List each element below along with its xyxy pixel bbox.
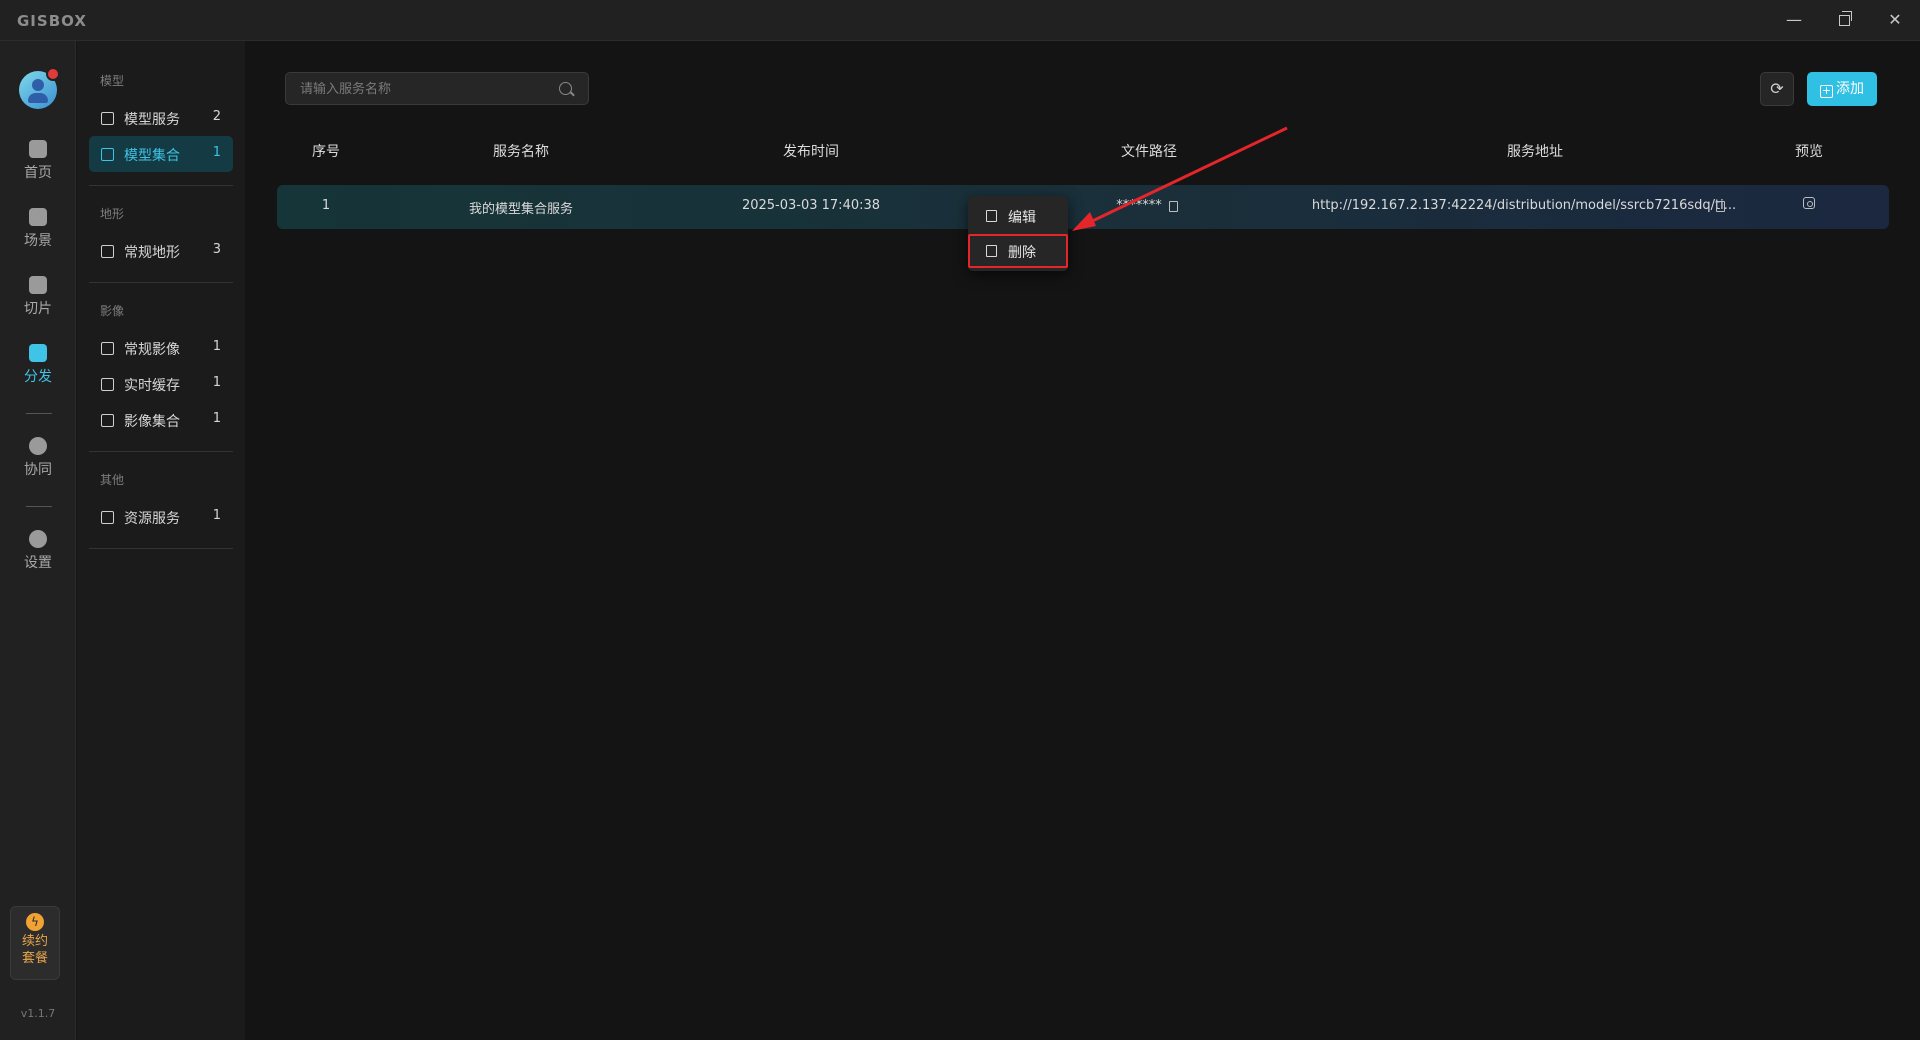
- copy-address-icon[interactable]: [1716, 201, 1725, 212]
- sidebar-item-model-service[interactable]: 模型服务 2: [89, 100, 233, 136]
- edit-menu-item[interactable]: 编辑: [968, 199, 1068, 233]
- delete-menu-item[interactable]: 删除: [968, 234, 1068, 268]
- column-header-preview: 预览: [1795, 144, 1823, 160]
- model-icon: [101, 112, 114, 125]
- version-label: v1.1.7: [20, 1007, 56, 1020]
- group-title: 地形: [100, 207, 125, 221]
- rail-divider: [26, 506, 52, 507]
- annotation-arrow: [1072, 126, 1288, 231]
- add-button-label: 添加: [1836, 81, 1864, 97]
- item-count: 1: [212, 339, 221, 354]
- imagery-icon: [101, 342, 114, 355]
- rail-item-label: 切片: [24, 301, 52, 317]
- column-header-time: 发布时间: [783, 144, 839, 160]
- restore-icon: [1838, 11, 1852, 26]
- rail-item-label: 设置: [24, 555, 52, 571]
- sub-sidebar: 模型 模型服务 2 模型集合 1 地形 常规地形 3 影像 常规影像 1 实时缓…: [77, 41, 245, 1040]
- edit-icon: [986, 210, 997, 222]
- sidebar-item-imagery[interactable]: 常规影像 1: [89, 330, 233, 366]
- collaborate-icon: [29, 437, 47, 455]
- cell-index: 1: [321, 198, 331, 213]
- cell-name: 我的模型集合服务: [468, 202, 574, 217]
- group-divider: [89, 185, 233, 186]
- rail-item-label: 协同: [24, 462, 52, 478]
- sidebar-item-label: 模型集合: [124, 148, 180, 164]
- sidebar-item-label: 模型服务: [124, 112, 180, 128]
- preview-icon[interactable]: [1803, 197, 1815, 209]
- column-header-name: 服务名称: [493, 144, 549, 160]
- item-count: 1: [212, 411, 221, 426]
- arrow-head: [1072, 212, 1096, 231]
- item-count: 1: [212, 375, 221, 390]
- item-count: 1: [212, 508, 221, 523]
- restore-button[interactable]: [1830, 8, 1858, 32]
- minimize-button[interactable]: —: [1780, 8, 1808, 32]
- rail-item-label: 分发: [24, 369, 52, 385]
- rail-item-distribute[interactable]: 分发: [0, 344, 76, 386]
- cache-icon: [101, 378, 114, 391]
- add-button[interactable]: + 添加: [1807, 72, 1877, 106]
- item-count: 3: [212, 242, 221, 257]
- search-icon[interactable]: [559, 82, 572, 95]
- arrow-shaft: [1083, 126, 1288, 227]
- slice-icon: [29, 276, 47, 294]
- sidebar-item-label: 影像集合: [124, 414, 180, 430]
- imagery-collection-icon: [101, 414, 114, 427]
- group-title: 其他: [100, 473, 125, 487]
- group-divider: [89, 282, 233, 283]
- sidebar-item-imagery-collection[interactable]: 影像集合 1: [89, 402, 233, 438]
- group-divider: [89, 451, 233, 452]
- sidebar-item-terrain[interactable]: 常规地形 3: [89, 233, 233, 269]
- add-icon: +: [1820, 84, 1833, 98]
- refresh-button[interactable]: ⟳: [1760, 72, 1794, 106]
- bolt-icon: ϟ: [26, 913, 44, 931]
- renew-label: 套餐: [21, 951, 48, 966]
- rail-item-settings[interactable]: 设置: [0, 530, 76, 572]
- sidebar-item-resource-service[interactable]: 资源服务 1: [89, 499, 233, 535]
- rail-item-slice[interactable]: 切片: [0, 276, 76, 318]
- search-box: [285, 72, 589, 105]
- rail-item-label: 场景: [24, 233, 52, 249]
- terrain-icon: [101, 245, 114, 258]
- resource-icon: [101, 511, 114, 524]
- title-bar: GISBOX — ✕: [0, 0, 1920, 41]
- column-header-address: 服务地址: [1507, 144, 1563, 160]
- renew-plan-button[interactable]: ϟ 续约 套餐: [10, 906, 60, 980]
- sidebar-item-label: 常规影像: [124, 342, 180, 358]
- rail-item-scene[interactable]: 场景: [0, 208, 76, 250]
- group-title: 模型: [100, 74, 125, 88]
- rail-divider: [26, 413, 52, 414]
- column-header-index: 序号: [312, 144, 340, 160]
- group-title: 影像: [100, 304, 125, 318]
- sidebar-item-label: 实时缓存: [124, 378, 180, 394]
- rail-item-home[interactable]: 首页: [0, 140, 76, 182]
- model-icon: [101, 148, 114, 161]
- scene-icon: [29, 208, 47, 226]
- app-logo: GISBOX: [17, 12, 87, 30]
- renew-label: 续约: [21, 934, 48, 949]
- item-count: 2: [212, 109, 221, 124]
- sidebar-item-label: 常规地形: [124, 245, 180, 261]
- settings-icon: [29, 530, 47, 548]
- context-menu: 编辑 删除: [968, 196, 1068, 271]
- notification-badge: [46, 67, 60, 81]
- delete-label: 删除: [1008, 245, 1036, 261]
- trash-icon: [986, 245, 997, 257]
- item-count: 1: [212, 145, 221, 160]
- cell-address: http://192.167.2.137:42224/distribution/…: [1311, 198, 1737, 213]
- sidebar-item-model-collection[interactable]: 模型集合 1: [89, 136, 233, 172]
- rail-item-label: 首页: [24, 165, 52, 181]
- home-icon: [29, 140, 47, 158]
- close-button[interactable]: ✕: [1881, 8, 1909, 32]
- search-input[interactable]: [300, 79, 550, 99]
- distribute-icon: [29, 344, 47, 362]
- left-rail: 首页 场景 切片 分发 协同 设置 ϟ 续约 套餐 v1.1.7: [0, 41, 76, 1040]
- group-divider: [89, 548, 233, 549]
- edit-label: 编辑: [1008, 210, 1036, 226]
- rail-item-collaborate[interactable]: 协同: [0, 437, 76, 479]
- cell-time: 2025-03-03 17:40:38: [741, 198, 881, 213]
- sidebar-item-realtime-cache[interactable]: 实时缓存 1: [89, 366, 233, 402]
- sidebar-item-label: 资源服务: [124, 511, 180, 527]
